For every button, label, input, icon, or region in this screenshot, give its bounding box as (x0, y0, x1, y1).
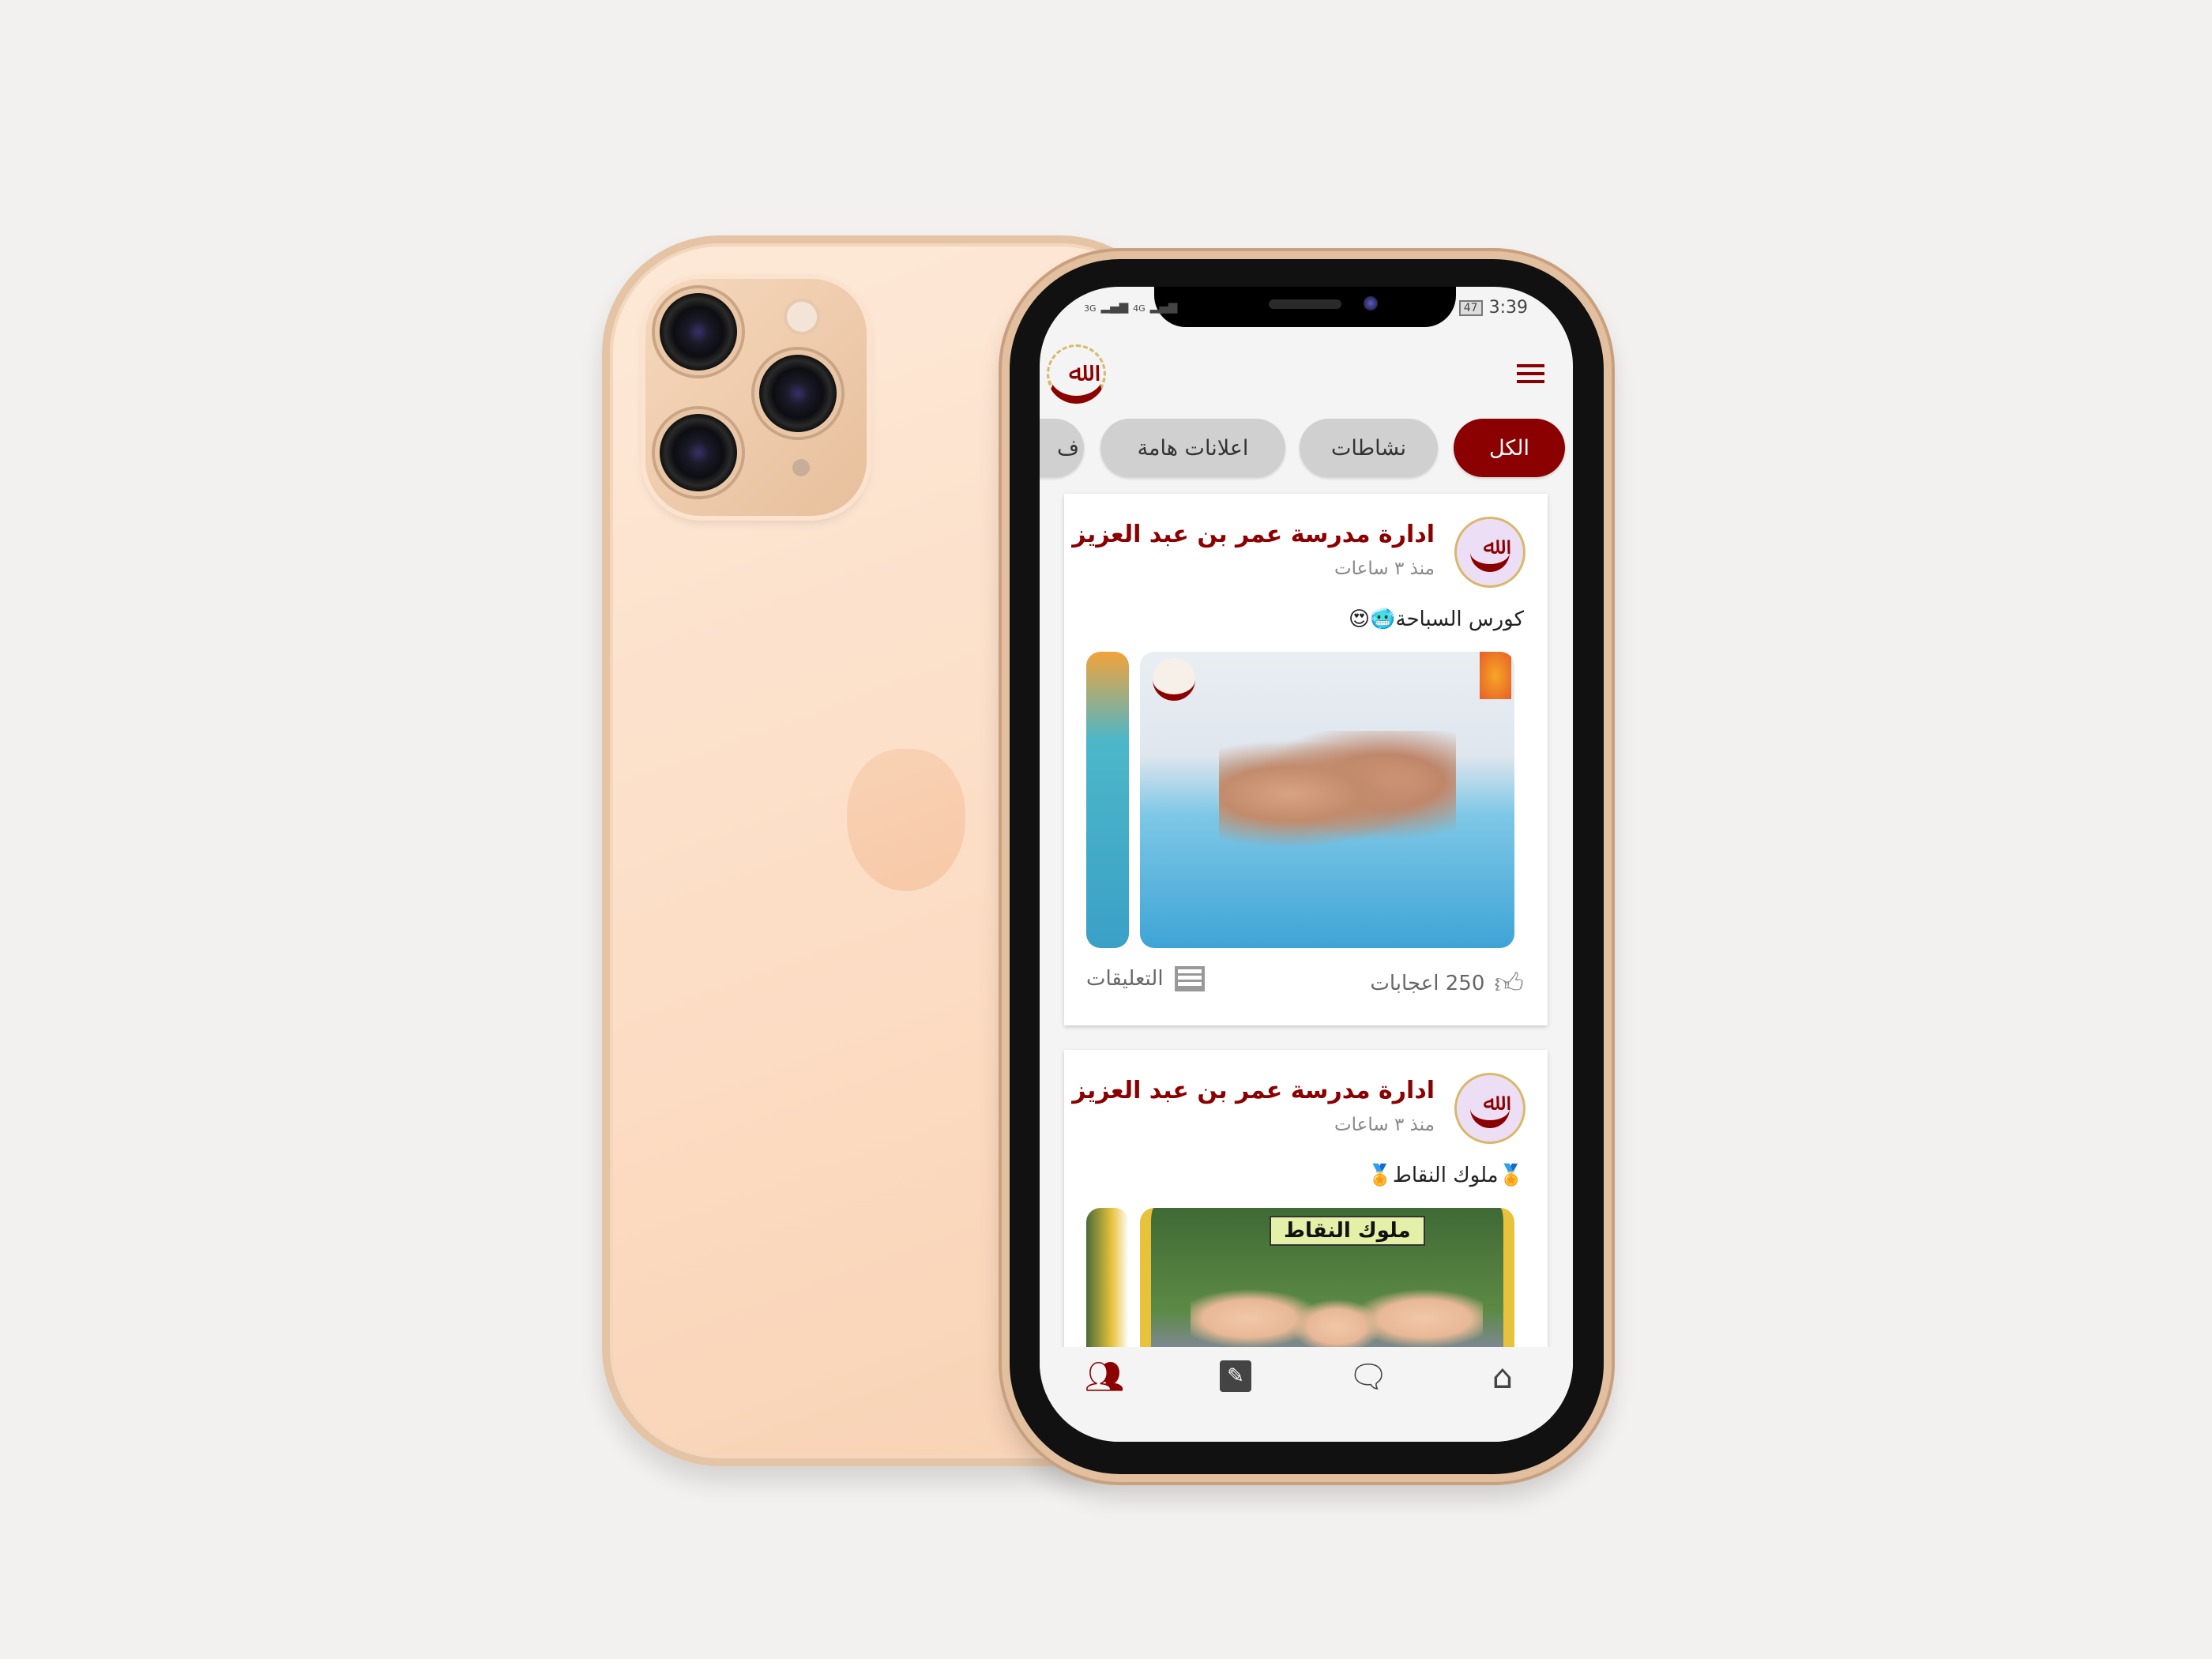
hamburger-menu-icon[interactable] (1517, 364, 1544, 383)
post-image[interactable] (1140, 652, 1514, 948)
clock: 3:39 (1488, 298, 1528, 318)
home-icon[interactable]: ⌂ (1483, 1356, 1522, 1396)
front-camera-icon (1364, 296, 1378, 310)
post-card: ﷲ ادارة مدرسة عمر بن عبد العزيز منذ ٣ سا… (1064, 1050, 1548, 1382)
battery-icon: 47 (1458, 299, 1483, 316)
tab-activities[interactable]: نشاطات (1300, 419, 1438, 477)
paint-splash-icon (1480, 652, 1511, 699)
bottom-nav: 👥︎ ✎ 🗨︎ ⌂ (1040, 1347, 1573, 1442)
phone-screen: 3G ▂▄▆ 4G ▂▄▆ 47 3:39 ﷲ الكل نشاطات اعلانا… (1040, 287, 1573, 1442)
signal-3g: 3G (1084, 303, 1097, 314)
notch (1154, 287, 1456, 327)
post-time: منذ ٣ ساعات (1334, 559, 1435, 579)
status-right: 47 3:39 (1458, 298, 1528, 318)
thumbs-up-icon: 👍︎ (1494, 968, 1524, 1000)
like-button[interactable]: 👍︎ 250 اعجابات (1370, 966, 1524, 1001)
post-caption: كورس السباحة🥶😍 (1349, 608, 1524, 631)
flash-icon (784, 299, 820, 335)
likes-count: 250 اعجابات (1370, 972, 1485, 995)
post-time: منذ ٣ ساعات (1334, 1115, 1435, 1135)
author-avatar[interactable]: ﷲ (1454, 517, 1525, 588)
tab-announcements[interactable]: اعلانات هامة (1100, 419, 1285, 477)
chat-icon[interactable]: 🗨︎ (1349, 1356, 1389, 1396)
comments-button[interactable]: التعليقات (1086, 966, 1205, 991)
apple-logo-icon (847, 749, 965, 891)
post-image-prev[interactable] (1086, 652, 1129, 948)
signal-bars-icon: ▂▄▆ (1100, 299, 1129, 314)
tab-all[interactable]: الكل (1454, 419, 1565, 477)
post-card: ﷲ ادارة مدرسة عمر بن عبد العزيز منذ ٣ سا… (1064, 494, 1548, 1025)
comment-icon (1174, 966, 1205, 991)
signal-4g: 4G (1133, 303, 1146, 314)
post-caption: 🏅ملوك النقاط🏅 (1367, 1164, 1524, 1187)
edit-icon[interactable]: ✎ (1216, 1356, 1255, 1396)
status-signals: 3G ▂▄▆ 4G ▂▄▆ (1084, 299, 1177, 314)
users-icon[interactable]: 👥︎ (1085, 1356, 1125, 1396)
image-banner: ملوك النقاط (1270, 1216, 1425, 1246)
author-name[interactable]: ادارة مدرسة عمر بن عبد العزيز (1072, 521, 1435, 548)
camera-lens-icon (655, 409, 742, 496)
author-avatar[interactable]: ﷲ (1454, 1073, 1525, 1144)
school-watermark-icon (1153, 658, 1195, 701)
tab-more[interactable]: ف (1040, 419, 1084, 477)
signal-bars-icon: ▂▄▆ (1149, 299, 1178, 314)
camera-lens-icon (655, 288, 742, 375)
microphone-icon (792, 459, 810, 476)
camera-module (645, 279, 867, 516)
author-name[interactable]: ادارة مدرسة عمر بن عبد العزيز (1072, 1077, 1435, 1104)
school-logo[interactable]: ﷲ (1047, 344, 1106, 404)
camera-lens-icon (754, 350, 841, 437)
speaker-icon (1269, 299, 1341, 309)
children-photo (1219, 731, 1456, 857)
comments-label: التعليقات (1086, 967, 1164, 991)
